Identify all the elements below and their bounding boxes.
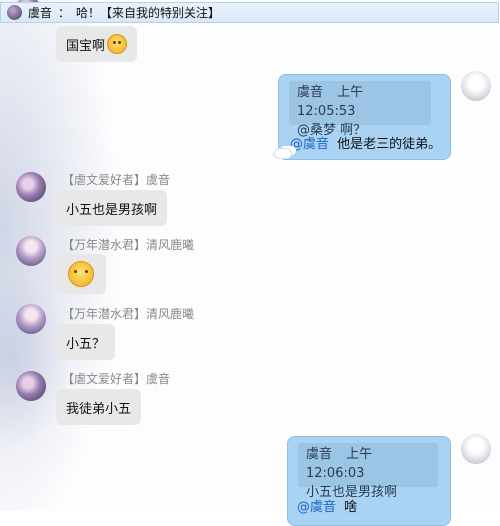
quote-sender: 虞音 <box>306 447 333 462</box>
worried-face-icon <box>68 261 94 287</box>
quote-sender: 虞音 <box>297 85 324 100</box>
my-avatar[interactable] <box>461 71 491 101</box>
message-bubble[interactable]: 小五？ <box>56 324 116 360</box>
quoted-message[interactable]: 虞音 上午 12:05:53 @桑梦 啊？ <box>289 81 431 138</box>
notification-message: 哈！【来自我的特别关注】 <box>76 6 221 20</box>
message-text: 小五也是男孩啊 <box>66 202 158 218</box>
my-message-bubble[interactable]: 虞音 上午 12:06:03 小五也是男孩啊 @虞音 啥 <box>287 436 451 526</box>
sender-name: 【万年潜水君】清风鹿曦 <box>62 238 195 252</box>
message-text: 啥 <box>344 500 358 515</box>
avatar[interactable] <box>16 236 46 266</box>
message-text: 他是老三的徒弟。 <box>337 137 442 152</box>
laughing-face-icon <box>107 34 128 54</box>
sender-name: 【万年潜水君】清风鹿曦 <box>62 307 195 321</box>
notification-colon: ： <box>58 6 71 20</box>
avatar <box>7 5 22 20</box>
message-bubble[interactable]: 我徒弟小五 <box>56 389 142 425</box>
my-avatar[interactable] <box>461 434 491 464</box>
avatar[interactable] <box>16 172 46 202</box>
avatar[interactable] <box>16 304 46 334</box>
avatar[interactable] <box>16 371 46 401</box>
message-bubble[interactable]: 国宝啊 <box>56 26 138 62</box>
sender-name: 【虐文爱好者】虞音 <box>62 173 171 187</box>
notification-sender: 虞音 <box>28 6 53 20</box>
my-message-bubble[interactable]: 虞音 上午 12:05:53 @桑梦 啊？ @虞音 他是老三的徒弟。 <box>278 74 451 160</box>
mention-link[interactable]: @虞音 <box>290 137 329 152</box>
bubble-cloud-decoration <box>274 148 292 159</box>
quoted-message[interactable]: 虞音 上午 12:06:03 小五也是男孩啊 <box>298 443 438 500</box>
message-bubble[interactable]: 小五也是男孩啊 <box>56 190 168 226</box>
special-follow-notification-bar[interactable]: 虞音 ： 哈！【来自我的特别关注】 <box>0 2 499 23</box>
message-text: 国宝啊 <box>66 38 106 54</box>
chat-message-area[interactable]: 虞音 ： 哈！【来自我的特别关注】 国宝啊 虞音 上午 12:05:53 @桑梦… <box>0 0 500 526</box>
mention-link[interactable]: @虞音 <box>297 500 336 515</box>
message-bubble[interactable] <box>56 254 106 294</box>
sender-name: 【虐文爱好者】虞音 <box>62 372 171 386</box>
message-text: 我徒弟小五 <box>66 401 132 417</box>
message-text: 小五？ <box>66 336 106 352</box>
